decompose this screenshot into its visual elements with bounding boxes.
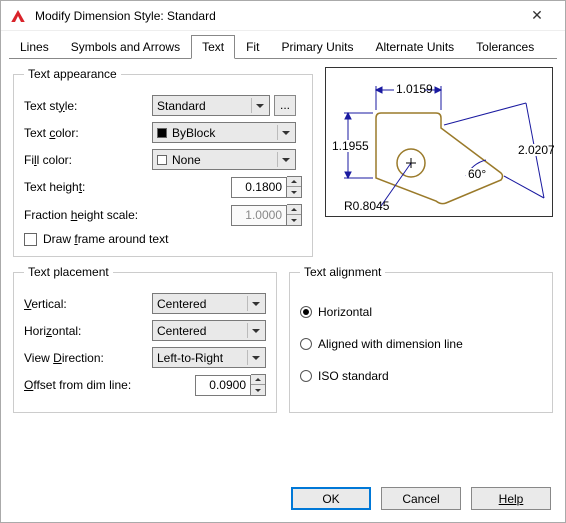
group-text-alignment: Text alignment Horizontal Aligned with d… [289, 265, 553, 413]
help-button[interactable]: Help [471, 487, 551, 510]
label-draw-frame: Draw frame around text [43, 232, 168, 246]
dialog-footer: OK Cancel Help [1, 475, 565, 522]
label-align-horizontal: Horizontal [318, 305, 372, 319]
label-offset: Offset from dim line: [24, 378, 174, 392]
titlebar: Modify Dimension Style: Standard ✕ [1, 1, 565, 31]
label-text-style: Text style: [24, 99, 152, 113]
tab-tolerances[interactable]: Tolerances [465, 35, 545, 59]
combo-text-color[interactable]: ByBlock [152, 122, 296, 143]
legend-alignment: Text alignment [300, 265, 385, 279]
spin-up-icon[interactable] [251, 375, 265, 385]
cancel-button[interactable]: Cancel [381, 487, 461, 510]
button-text-style-browse[interactable]: ... [274, 95, 296, 116]
svg-text:60°: 60° [468, 167, 486, 181]
svg-text:2.0207: 2.0207 [518, 143, 554, 157]
radio-dot-icon [300, 338, 312, 350]
label-text-height: Text height: [24, 180, 152, 194]
spinner-text-height[interactable] [231, 176, 302, 198]
spin-up-icon[interactable] [287, 177, 301, 187]
label-align-aligned: Aligned with dimension line [318, 337, 463, 351]
chevron-down-icon [277, 125, 293, 140]
combo-view-direction[interactable]: Left-to-Right [152, 347, 266, 368]
tab-alternate-units[interactable]: Alternate Units [364, 35, 465, 59]
spinner-fraction-height [231, 204, 302, 226]
radio-iso[interactable]: ISO standard [300, 369, 542, 383]
group-text-placement: Text placement Vertical: Centered Horizo… [13, 265, 277, 413]
legend-placement: Text placement [24, 265, 113, 279]
tab-text[interactable]: Text [191, 35, 235, 59]
color-swatch-icon [157, 155, 167, 165]
group-text-appearance: Text appearance Text style: Standard ...… [13, 67, 313, 257]
chevron-down-icon [247, 296, 263, 311]
input-fraction-height [231, 205, 287, 226]
checkbox-box-icon [24, 233, 37, 246]
spin-down-icon[interactable] [287, 187, 301, 197]
input-text-height[interactable] [231, 177, 287, 198]
spin-down-icon[interactable] [251, 385, 265, 395]
color-swatch-icon [157, 128, 167, 138]
spinner-offset[interactable] [195, 374, 266, 396]
chevron-down-icon [247, 323, 263, 338]
tab-content: Text appearance Text style: Standard ...… [1, 59, 565, 475]
close-button[interactable]: ✕ [517, 7, 557, 24]
tab-lines[interactable]: Lines [9, 35, 60, 59]
tab-primary-units[interactable]: Primary Units [270, 35, 364, 59]
chevron-down-icon [247, 350, 263, 365]
label-view-direction: View Direction: [24, 351, 152, 365]
radio-dot-icon [300, 370, 312, 382]
legend-appearance: Text appearance [24, 67, 121, 81]
preview-pane: 1.0159 1.1955 2.0207 60° R0.8045 [325, 67, 553, 217]
label-fill-color: Fill color: [24, 153, 152, 167]
radio-aligned[interactable]: Aligned with dimension line [300, 337, 542, 351]
radio-horizontal[interactable]: Horizontal [300, 305, 542, 319]
tab-symbols-arrows[interactable]: Symbols and Arrows [60, 35, 191, 59]
app-logo-icon [9, 7, 27, 25]
tab-fit[interactable]: Fit [235, 35, 270, 59]
ok-button[interactable]: OK [291, 487, 371, 510]
combo-text-style[interactable]: Standard [152, 95, 270, 116]
input-offset[interactable] [195, 375, 251, 396]
checkbox-draw-frame[interactable]: Draw frame around text [24, 232, 302, 246]
spin-up-icon [287, 205, 301, 215]
label-horizontal: Horizontal: [24, 324, 152, 338]
chevron-down-icon [277, 152, 293, 167]
label-vertical: Vertical: [24, 297, 152, 311]
label-fraction-height: Fraction height scale: [24, 208, 174, 222]
tab-bar: Lines Symbols and Arrows Text Fit Primar… [1, 31, 565, 59]
spin-down-icon [287, 215, 301, 225]
svg-text:1.0159: 1.0159 [396, 82, 433, 96]
svg-text:1.1955: 1.1955 [332, 139, 369, 153]
combo-horizontal[interactable]: Centered [152, 320, 266, 341]
window-title: Modify Dimension Style: Standard [35, 9, 517, 23]
combo-vertical[interactable]: Centered [152, 293, 266, 314]
dialog-window: Modify Dimension Style: Standard ✕ Lines… [0, 0, 566, 523]
label-text-color: Text color: [24, 126, 152, 140]
svg-text:R0.8045: R0.8045 [344, 199, 390, 213]
combo-fill-color[interactable]: None [152, 149, 296, 170]
label-align-iso: ISO standard [318, 369, 389, 383]
radio-dot-icon [300, 306, 312, 318]
chevron-down-icon [251, 98, 267, 113]
